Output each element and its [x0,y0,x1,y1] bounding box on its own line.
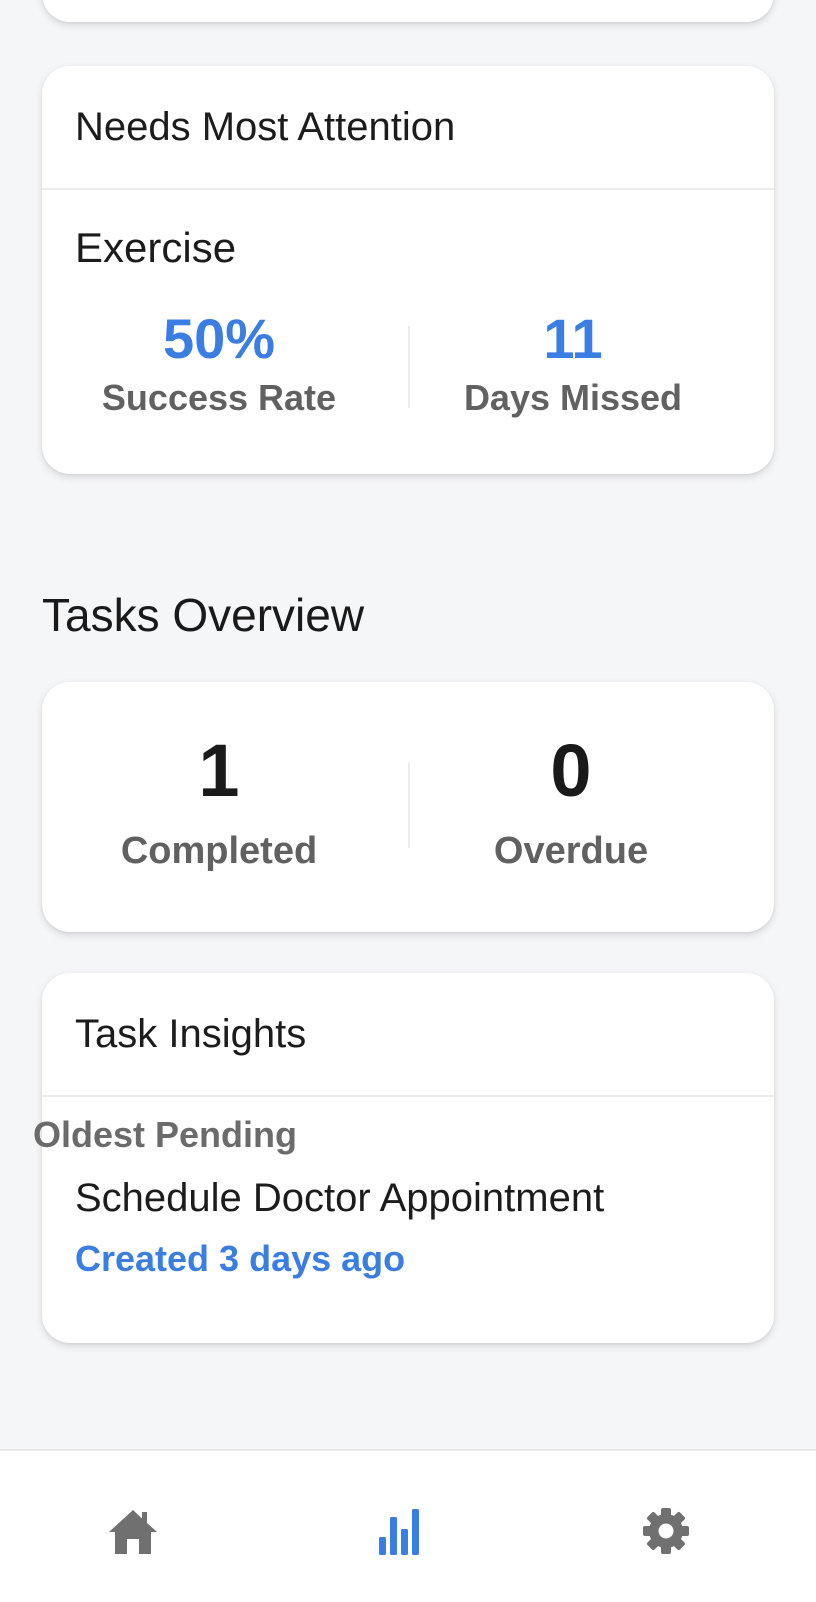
days-missed-value: 11 [543,307,603,370]
bottom-navigation [0,1449,816,1602]
success-rate-label: Success Rate [101,377,337,418]
success-rate-value: 50% [162,307,276,370]
task-insights-card: Task Insights [42,973,774,1343]
task-insights-title: Task Insights [42,973,774,1097]
task-created-date: Created 3 days ago [75,1238,406,1279]
tasks-divider [408,762,410,848]
tasks-overview-card: 1 Completed 0 Overdue [42,682,774,932]
bar-chart-icon [376,1505,424,1562]
completed-stat[interactable]: 1 Completed [42,728,408,874]
tasks-overview-title: Tasks Overview [42,589,365,641]
completed-value: 1 [198,729,240,812]
nav-settings[interactable] [636,1503,696,1563]
days-missed-label: Days Missed [463,377,683,418]
home-icon [107,1506,159,1561]
gear-icon [641,1506,691,1561]
attention-habit-name: Exercise [75,224,237,271]
days-missed-stat: 11 Days Missed [408,306,774,420]
completed-label: Completed [120,830,318,872]
overdue-stat[interactable]: 0 Overdue [408,728,774,874]
oldest-pending-label: Oldest Pending [33,1114,298,1155]
overdue-value: 0 [550,729,592,812]
nav-statistics[interactable] [370,1503,430,1563]
needs-attention-card: Needs Most Attention Exercise 50% Succes… [42,66,774,474]
success-rate-stat: 50% Success Rate [42,306,408,420]
stats-divider [408,326,410,408]
previous-card [42,0,774,22]
oldest-task-name[interactable]: Schedule Doctor Appointment [75,1176,604,1221]
needs-attention-title: Needs Most Attention [42,66,774,190]
overdue-label: Overdue [493,830,649,872]
nav-home[interactable] [103,1503,163,1563]
